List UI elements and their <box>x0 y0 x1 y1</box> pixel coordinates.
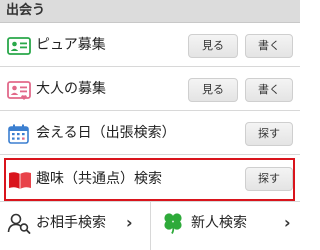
nav-label: お相手検索 <box>36 215 106 231</box>
section-header: 出会う <box>0 0 300 23</box>
person-search-icon <box>7 213 31 234</box>
row-label: 大人の募集 <box>36 81 106 97</box>
row-label: ピュア募集 <box>36 37 106 53</box>
row-label: 会える日（出張検索） <box>36 125 176 141</box>
see-button[interactable]: 見る <box>188 78 238 102</box>
nav-newcomer-search[interactable]: 新人検索 › <box>151 202 300 250</box>
chevron-right-icon: › <box>126 213 133 232</box>
row-label: 趣味（共通点）検索 <box>36 171 162 187</box>
section-title: 出会う <box>6 3 46 18</box>
write-button[interactable]: 書く <box>245 34 293 58</box>
search-button[interactable]: 探す <box>245 122 293 146</box>
row-meeting-day-search[interactable]: 会える日（出張検索） 探す <box>0 112 300 155</box>
profile-card-heart-icon <box>7 81 31 100</box>
nav-label: 新人検索 <box>191 215 247 231</box>
chevron-right-icon: › <box>284 213 291 232</box>
row-adult-recruitment: 大人の募集 見る 書く <box>0 68 300 111</box>
bottom-nav: お相手検索 › 新人検索 › <box>0 201 300 250</box>
see-button[interactable]: 見る <box>188 34 238 58</box>
search-button[interactable]: 探す <box>245 167 293 191</box>
nav-partner-search[interactable]: お相手検索 › <box>0 202 150 250</box>
row-pure-recruitment: ピュア募集 見る 書く <box>0 24 300 67</box>
row-hobby-search[interactable]: 趣味（共通点）検索 探す <box>4 158 295 201</box>
calendar-icon <box>8 124 29 144</box>
write-button[interactable]: 書く <box>245 78 293 102</box>
four-leaf-clover-icon <box>164 213 182 234</box>
open-book-icon <box>9 172 31 189</box>
profile-card-icon <box>7 37 31 55</box>
